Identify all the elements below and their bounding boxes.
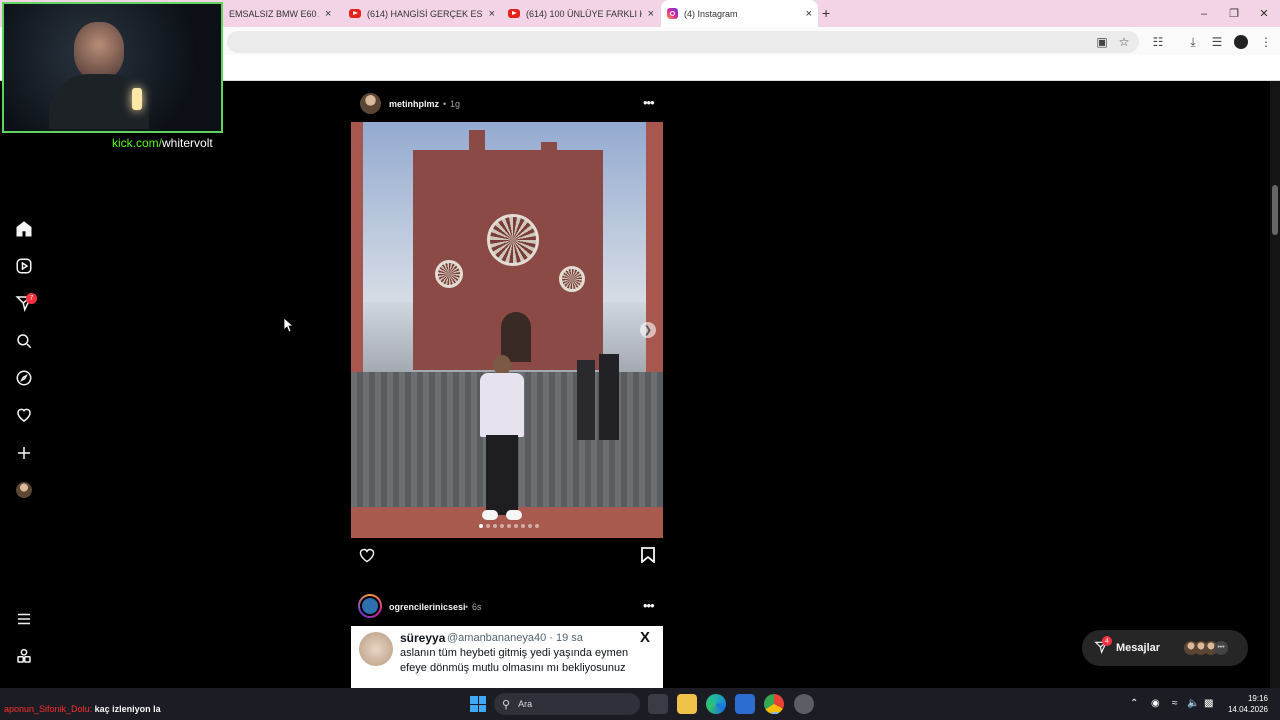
wifi-icon[interactable]: ≈: [1172, 698, 1178, 709]
webcam-light: [132, 88, 142, 110]
search-placeholder: Ara: [518, 699, 533, 709]
tab-close-icon[interactable]: ×: [806, 8, 812, 20]
edge-icon[interactable]: [706, 694, 726, 714]
active-app-indicator: [772, 712, 778, 714]
more-options-icon[interactable]: •••: [643, 95, 655, 110]
taskbar-search[interactable]: ⚲ Ara: [494, 693, 640, 715]
post-photo[interactable]: ❯: [351, 122, 663, 538]
post-author-avatar[interactable]: [360, 93, 381, 114]
message-avatars: •••: [1184, 641, 1229, 655]
tab-title: (614) HANGİSİ GERÇEK ESKİ SE: [367, 8, 483, 19]
install-app-icon[interactable]: ▣: [1093, 33, 1111, 51]
chrome-icon[interactable]: [764, 694, 784, 714]
create-plus-icon[interactable]: [14, 443, 34, 463]
instagram-icon: [667, 8, 678, 19]
profile-avatar[interactable]: [1234, 35, 1248, 49]
tab-title: (4) Instagram: [684, 8, 738, 19]
windows-taskbar: [0, 688, 1280, 720]
save-bookmark-icon[interactable]: [641, 547, 655, 568]
bookmark-star-icon[interactable]: ☆: [1115, 33, 1133, 51]
browser-tab[interactable]: (614) 100 ÜNLÜYE FARKLI HESA ×: [502, 0, 660, 27]
x-logo-icon: X: [640, 629, 651, 646]
photo-rose-window: [435, 260, 463, 288]
scrollbar-thumb[interactable]: [1272, 185, 1278, 235]
youtube-icon: [349, 9, 361, 18]
photo-rose-window: [559, 266, 585, 292]
mouse-cursor-icon: [283, 317, 295, 337]
profile-avatar[interactable]: [16, 482, 32, 498]
taskbar-time[interactable]: 19:16: [1222, 694, 1268, 703]
search-icon: ⚲: [502, 698, 511, 711]
tweet-text-line: aslanın tüm heybeti gitmiş yedi yaşında …: [400, 647, 629, 659]
photo-person: [599, 354, 619, 440]
post-username[interactable]: metinhplmz: [389, 99, 439, 109]
post-time[interactable]: 6s: [472, 602, 482, 612]
browser-tab-active[interactable]: (4) Instagram ×: [661, 0, 818, 27]
browser-tab[interactable]: EMSALSIZ BMW E60 ALDI ×: [223, 0, 343, 27]
carousel-dots: [479, 524, 539, 528]
volume-icon[interactable]: 🔈: [1187, 698, 1199, 709]
post-separator-dot: •: [465, 602, 469, 612]
file-explorer-icon[interactable]: [677, 694, 697, 714]
tab-close-icon[interactable]: ×: [648, 8, 654, 20]
explore-icon[interactable]: [14, 368, 34, 388]
photo-rose-window: [487, 214, 539, 266]
webcam-overlay: [2, 2, 223, 133]
battery-icon[interactable]: ▩: [1204, 698, 1213, 709]
address-bar[interactable]: [227, 31, 1139, 53]
threads-apps-icon[interactable]: [14, 646, 34, 666]
tab-close-icon[interactable]: ×: [325, 8, 331, 20]
menu-icon[interactable]: [14, 609, 34, 629]
microphone-icon[interactable]: ◉: [1151, 698, 1160, 709]
stream-chat-message: aponun_Sifonik_Dolu: kaç izleniyon la: [4, 704, 161, 714]
task-view-icon[interactable]: [648, 694, 668, 714]
messages-label: Mesajlar: [1116, 642, 1161, 654]
new-tab-button[interactable]: +: [822, 5, 830, 21]
window-close-icon[interactable]: ✕: [1248, 0, 1280, 27]
tweet-text-line: efeye dönmüş mutlu olmasını mı bekliyosu…: [400, 662, 626, 674]
browser-tab[interactable]: (614) HANGİSİ GERÇEK ESKİ SE ×: [343, 0, 501, 27]
story-ring-avatar[interactable]: [358, 594, 382, 618]
tweet-handle: @amanbananeya40 · 19 sa: [447, 632, 583, 644]
messages-badge: 4: [1102, 636, 1112, 646]
download-icon[interactable]: ⤓: [1184, 33, 1202, 51]
extensions-icon[interactable]: ☷: [1149, 33, 1167, 51]
more-options-icon[interactable]: •••: [643, 598, 655, 613]
kick-channel-label: kick.com/whitervolt: [112, 136, 213, 150]
store-icon[interactable]: [735, 694, 755, 714]
minimize-icon[interactable]: –: [1188, 0, 1220, 27]
reels-icon[interactable]: [14, 256, 34, 276]
messenger-icon: 4: [1094, 636, 1112, 656]
post-separator-dot: •: [443, 99, 447, 109]
tweet-screenshot[interactable]: süreyya @amanbananeya40 · 19 sa X aslanı…: [351, 626, 663, 688]
post-username[interactable]: ogrencilerinicsesi: [389, 602, 466, 612]
photo-person: [577, 360, 595, 440]
search-icon[interactable]: [14, 331, 34, 351]
tweet-name: süreyya: [400, 631, 446, 645]
home-icon[interactable]: [14, 219, 34, 239]
messages-button[interactable]: 4 Mesajlar •••: [1082, 630, 1248, 666]
webcam-face: [74, 22, 124, 80]
app-icon[interactable]: [794, 694, 814, 714]
windows-start-icon[interactable]: [470, 696, 486, 712]
photo-person: [476, 355, 528, 525]
taskbar-date[interactable]: 14.04.2026: [1222, 705, 1268, 714]
heart-icon[interactable]: [14, 405, 34, 425]
like-heart-icon[interactable]: [358, 547, 376, 568]
media-controls-icon[interactable]: ☰: [1208, 33, 1226, 51]
scrollbar[interactable]: [1270, 81, 1280, 688]
post-time[interactable]: 1g: [450, 99, 460, 109]
tab-title: (614) 100 ÜNLÜYE FARKLI HESA: [526, 8, 642, 19]
restore-icon[interactable]: ❐: [1218, 0, 1250, 27]
youtube-icon: [508, 9, 520, 18]
chrome-menu-icon[interactable]: ⋮: [1257, 33, 1275, 51]
tab-title: EMSALSIZ BMW E60 ALDI: [229, 8, 319, 19]
tray-chevron-icon[interactable]: ⌃: [1130, 698, 1138, 709]
tweet-avatar: [359, 632, 393, 666]
tab-close-icon[interactable]: ×: [489, 8, 495, 20]
notification-badge: 7: [26, 293, 37, 304]
next-photo-chevron-icon[interactable]: ❯: [640, 322, 656, 338]
